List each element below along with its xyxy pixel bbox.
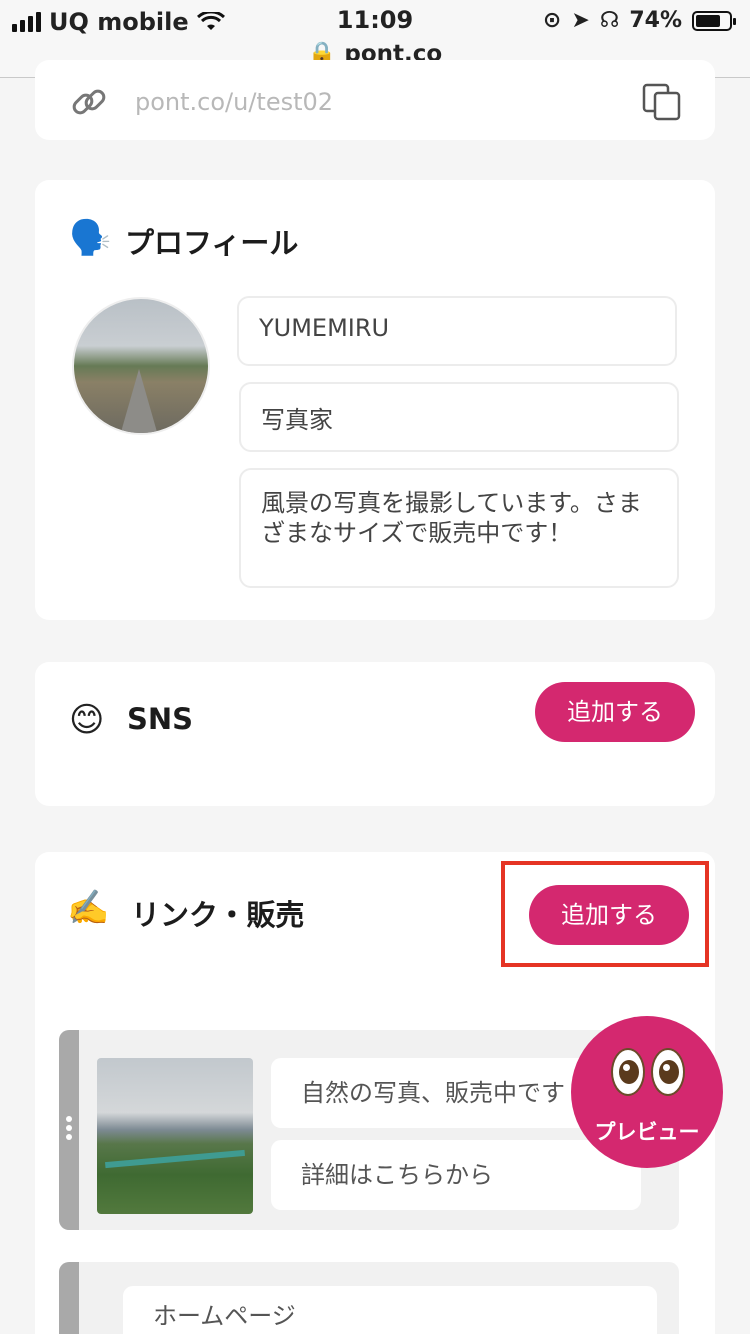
sns-title: SNS — [127, 702, 194, 736]
headphones-icon: ☊ — [599, 8, 620, 33]
orientation-lock-icon: ⊙ — [542, 8, 562, 33]
share-url[interactable]: pont.co/u/test02 — [135, 88, 333, 116]
preview-button[interactable]: プレビュー — [571, 1016, 723, 1168]
battery-icon — [692, 10, 736, 31]
bio-field[interactable]: 風景の写真を撮影しています。さまざまなサイズで販売中です！ — [239, 468, 679, 588]
battery-percent: 74% — [629, 8, 682, 33]
sns-add-button[interactable]: 追加する — [535, 682, 695, 742]
occupation-field[interactable]: 写真家 — [239, 382, 679, 452]
copy-icon[interactable] — [641, 82, 683, 122]
links-add-button[interactable]: 追加する — [529, 885, 689, 945]
link-item[interactable]: ホームページ — [59, 1262, 679, 1334]
link-thumbnail[interactable] — [97, 1058, 253, 1214]
links-title: リンク・販売 — [131, 898, 305, 932]
avatar[interactable] — [72, 297, 210, 435]
sns-card: 😊 SNS 追加する — [35, 662, 715, 806]
smiley-icon: 😊 — [69, 700, 105, 740]
name-field[interactable]: YUMEMIRU — [237, 296, 677, 366]
drag-dots-icon — [66, 1116, 72, 1143]
eyes-icon — [609, 1048, 689, 1098]
location-icon: ➤ — [571, 8, 590, 33]
drag-handle[interactable] — [59, 1262, 79, 1334]
profile-card: 🗣️ プロフィール YUMEMIRU 写真家 風景の写真を撮影しています。さまざ… — [35, 180, 715, 620]
profile-title: プロフィール — [125, 226, 299, 260]
link-icon — [72, 89, 106, 115]
share-link-card: pont.co/u/test02 — [35, 60, 715, 140]
link-title-field[interactable]: ホームページ — [123, 1286, 657, 1334]
status-right: ⊙ ➤ ☊ 74% — [542, 8, 736, 33]
link-subtitle-field[interactable]: 詳細はこちらから — [271, 1140, 641, 1210]
speaking-head-icon: 🗣️ — [69, 218, 112, 258]
writing-hand-icon: ✍️ — [67, 888, 110, 928]
preview-label: プレビュー — [594, 1120, 700, 1144]
